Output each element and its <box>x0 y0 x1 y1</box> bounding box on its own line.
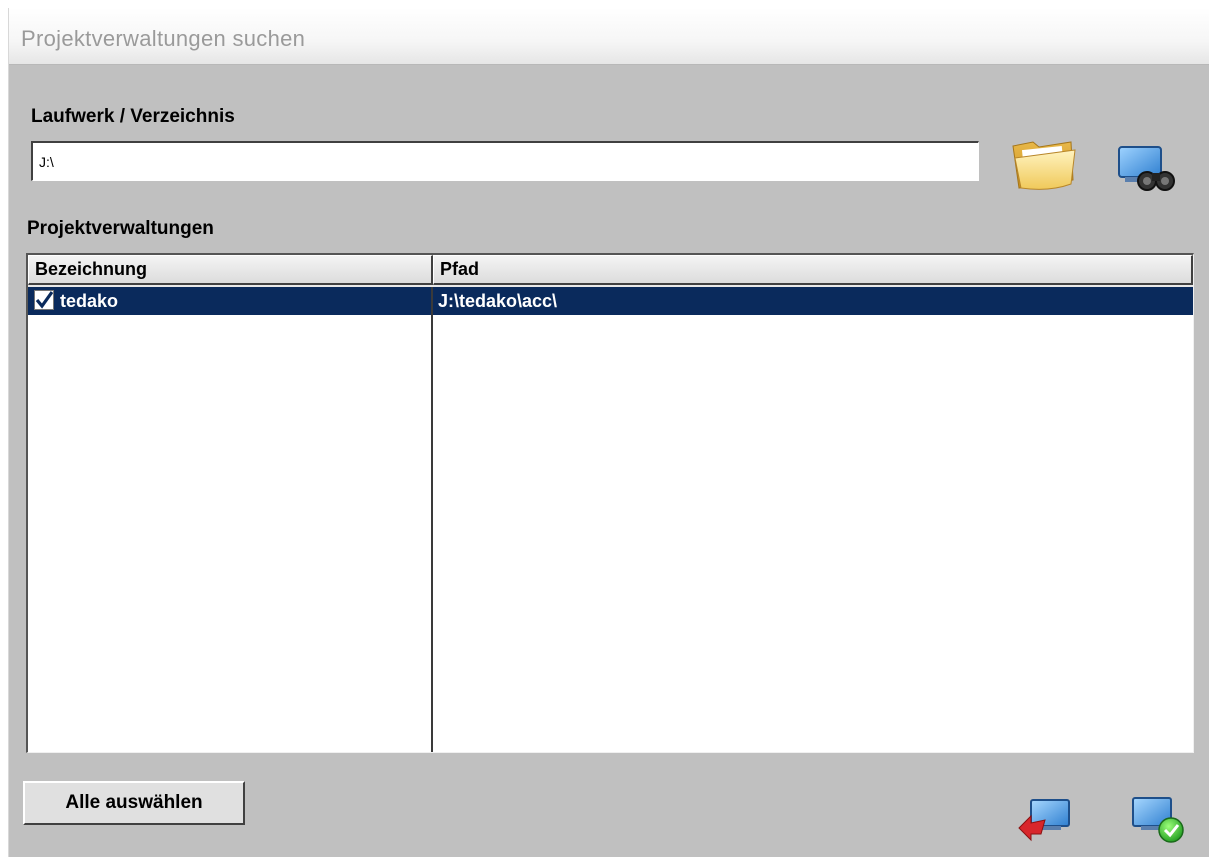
checkmark-confirm-icon[interactable] <box>1129 792 1187 846</box>
select-all-button[interactable]: Alle auswählen <box>23 781 245 825</box>
table-header: Bezeichnung Pfad <box>28 255 1193 287</box>
checkmark-icon <box>35 291 54 309</box>
row-path: J:\tedako\acc\ <box>438 291 558 311</box>
projects-label: Projektverwaltungen <box>27 218 214 239</box>
row-name: tedako <box>60 291 119 311</box>
projects-table[interactable]: Bezeichnung Pfad tedako J:\tedako\acc\ <box>26 253 1194 753</box>
row-checkbox[interactable] <box>34 290 54 310</box>
column-header-pfad[interactable]: Pfad <box>433 255 1193 285</box>
column-header-bezeichnung[interactable]: Bezeichnung <box>28 255 433 285</box>
directory-input[interactable] <box>31 141 979 181</box>
back-arrow-cancel-icon[interactable] <box>1015 794 1075 844</box>
title-bar[interactable]: Projektverwaltungen suchen <box>9 8 1209 65</box>
dialog-window: Projektverwaltungen suchen Laufwerk / Ve… <box>8 8 1209 857</box>
column-divider <box>431 287 433 752</box>
table-row[interactable]: tedako J:\tedako\acc\ <box>28 287 1193 315</box>
window-title: Projektverwaltungen suchen <box>21 26 306 51</box>
binoculars-search-icon[interactable] <box>1117 141 1179 195</box>
directory-label: Laufwerk / Verzeichnis <box>31 106 235 127</box>
folder-icon[interactable] <box>1009 134 1079 192</box>
